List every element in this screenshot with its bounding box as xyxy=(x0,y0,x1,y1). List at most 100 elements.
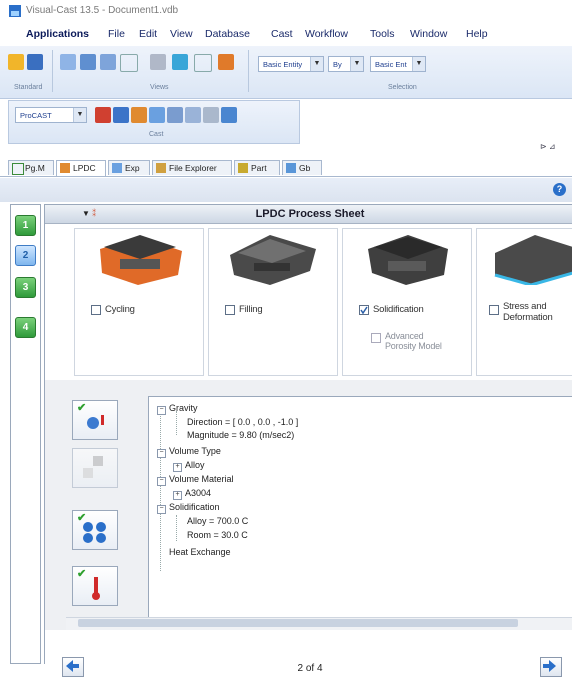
tree-volume-type[interactable]: Volume Type xyxy=(169,446,221,456)
tree-volume-material[interactable]: Volume Material xyxy=(169,474,234,484)
menu-window[interactable]: Window xyxy=(410,28,447,40)
view-circle-icon[interactable] xyxy=(120,54,138,72)
save-icon[interactable] xyxy=(27,54,43,70)
tree-heat-exchange[interactable]: Heat Exchange xyxy=(169,547,231,557)
filling-label: Filling xyxy=(239,304,263,315)
group-cast-label: Cast xyxy=(149,131,164,138)
cast-tool-5-icon[interactable] xyxy=(167,107,183,123)
cycling-checkbox[interactable] xyxy=(91,305,101,315)
open-folder-icon[interactable] xyxy=(8,54,24,70)
gravity-toggle[interactable]: − xyxy=(157,406,166,415)
tree-alloy-temp[interactable]: Alloy = 700.0 C xyxy=(187,516,248,526)
cast-tool-8-icon[interactable] xyxy=(221,107,237,123)
volume-material-toggle[interactable]: − xyxy=(157,477,166,486)
tree-solidification[interactable]: Solidification xyxy=(169,502,220,512)
volume-button[interactable] xyxy=(72,448,118,488)
tab-lpdc[interactable]: LPDC xyxy=(56,160,106,176)
menu-tools[interactable]: Tools xyxy=(370,28,395,40)
solidification-label: Solidification xyxy=(373,304,424,315)
group-views-label: Views xyxy=(150,84,169,91)
settings-tree: − Gravity Direction = [ 0.0 , 0.0 , -1.0… xyxy=(148,396,572,618)
tree-direction[interactable]: Direction = [ 0.0 , 0.0 , -1.0 ] xyxy=(187,417,298,427)
step-3-button[interactable]: 3 xyxy=(15,277,36,298)
card-stress: Stress and Deformation xyxy=(476,228,572,376)
tab-lpdc-icon xyxy=(60,163,70,173)
pin-icon[interactable]: ⊳ ⊿ xyxy=(540,142,556,151)
step-1-button[interactable]: 1 xyxy=(15,215,36,236)
volume-icon xyxy=(83,456,103,478)
scrollbar-thumb[interactable] xyxy=(78,619,518,627)
axis-icon[interactable] xyxy=(218,54,234,70)
next-page-button[interactable] xyxy=(540,657,562,677)
tree-a3004[interactable]: A3004 xyxy=(185,488,211,498)
help-icon[interactable]: ? xyxy=(553,183,566,196)
window-title: Visual-Cast 13.5 - Document1.vdb xyxy=(26,5,179,16)
menu-cast[interactable]: Cast xyxy=(271,28,293,40)
tab-part[interactable]: Part xyxy=(234,160,280,175)
solver-combo[interactable]: ProCAST ▼ xyxy=(15,107,87,123)
menu-edit[interactable]: Edit xyxy=(139,28,157,40)
sheet-title: LPDC Process Sheet xyxy=(255,208,365,220)
group-standard-label: Standard xyxy=(14,84,43,91)
view-iso-icon[interactable] xyxy=(60,54,76,70)
cast-tool-4-icon[interactable] xyxy=(149,107,165,123)
arrow-right-icon xyxy=(543,660,556,672)
stress-checkbox[interactable] xyxy=(489,305,499,315)
solidification-toggle[interactable]: − xyxy=(157,505,166,514)
cast-toolbar: ProCAST ▼ Cast xyxy=(8,100,300,144)
solidification-checkbox[interactable] xyxy=(359,305,369,315)
porosity-label: Advanced Porosity Model xyxy=(385,331,442,351)
menu-database[interactable]: Database xyxy=(205,28,250,40)
card-cycling: Cycling xyxy=(74,228,204,376)
alloy-toggle[interactable]: + xyxy=(173,463,182,472)
tab-exp[interactable]: Exp xyxy=(108,160,150,175)
entity-combo[interactable]: Basic Entity ▼ xyxy=(258,56,324,72)
menu-view[interactable]: View xyxy=(170,28,193,40)
temperature-button[interactable]: ✔ xyxy=(72,566,118,606)
cast-tool-2-icon[interactable] xyxy=(113,107,129,123)
tab-file-explorer[interactable]: File Explorer xyxy=(152,160,232,175)
card-filling: Filling xyxy=(208,228,338,376)
card-solidification: Solidification Advanced Porosity Model xyxy=(342,228,472,376)
step-4-button[interactable]: 4 xyxy=(15,317,36,338)
view-shaded-icon[interactable] xyxy=(80,54,96,70)
gravity-button[interactable]: ✔ xyxy=(72,400,118,440)
cast-tool-3-icon[interactable] xyxy=(131,107,147,123)
tree-room-temp[interactable]: Room = 30.0 C xyxy=(187,530,248,540)
move-icon[interactable] xyxy=(172,54,188,70)
filling-checkbox[interactable] xyxy=(225,305,235,315)
ribbon-toolbar: Standard Views Basic Entity ▼ By ▼ Basic E… xyxy=(0,46,572,99)
chevron-down-icon: ▼ xyxy=(350,57,363,71)
tab-part-icon xyxy=(238,163,248,173)
tab-gb[interactable]: Gb xyxy=(282,160,322,175)
arrow-left-icon xyxy=(66,660,79,672)
porosity-checkbox[interactable] xyxy=(371,333,381,343)
chevron-down-icon: ▼ xyxy=(412,57,425,71)
step-2-button[interactable]: 2 xyxy=(15,245,36,266)
cast-tool-1-icon[interactable] xyxy=(95,107,111,123)
zoom-icon[interactable] xyxy=(150,54,166,70)
menu-applications[interactable]: Applications xyxy=(26,28,89,40)
material-button[interactable]: ✔ xyxy=(72,510,118,550)
chevron-down-icon: ▼ xyxy=(310,57,323,71)
entity-combo-2[interactable]: Basic Ent ▼ xyxy=(370,56,426,72)
tree-gravity[interactable]: Gravity xyxy=(169,403,198,413)
cast-tool-7-icon[interactable] xyxy=(203,107,219,123)
volume-type-toggle[interactable]: − xyxy=(157,449,166,458)
tree-alloy[interactable]: Alloy xyxy=(185,460,205,470)
menu-workflow[interactable]: Workflow xyxy=(305,28,348,40)
cast-tool-6-icon[interactable] xyxy=(185,107,201,123)
collapse-arrow-icon[interactable]: ▼ ⁑ xyxy=(82,209,96,218)
panel-toolstrip xyxy=(0,178,572,202)
select-box-icon[interactable] xyxy=(194,54,212,72)
step-panel: 1 2 3 4 xyxy=(10,204,41,664)
tree-magnitude[interactable]: Magnitude = 9.80 (m/sec2) xyxy=(187,430,294,440)
solidification-render-image xyxy=(368,235,448,285)
a3004-toggle[interactable]: + xyxy=(173,491,182,500)
menu-help[interactable]: Help xyxy=(466,28,488,40)
tab-pgm[interactable]: Pg.M xyxy=(8,160,54,175)
view-wire-icon[interactable] xyxy=(100,54,116,70)
menu-file[interactable]: File xyxy=(108,28,125,40)
prev-page-button[interactable] xyxy=(62,657,84,677)
by-combo[interactable]: By ▼ xyxy=(328,56,364,72)
